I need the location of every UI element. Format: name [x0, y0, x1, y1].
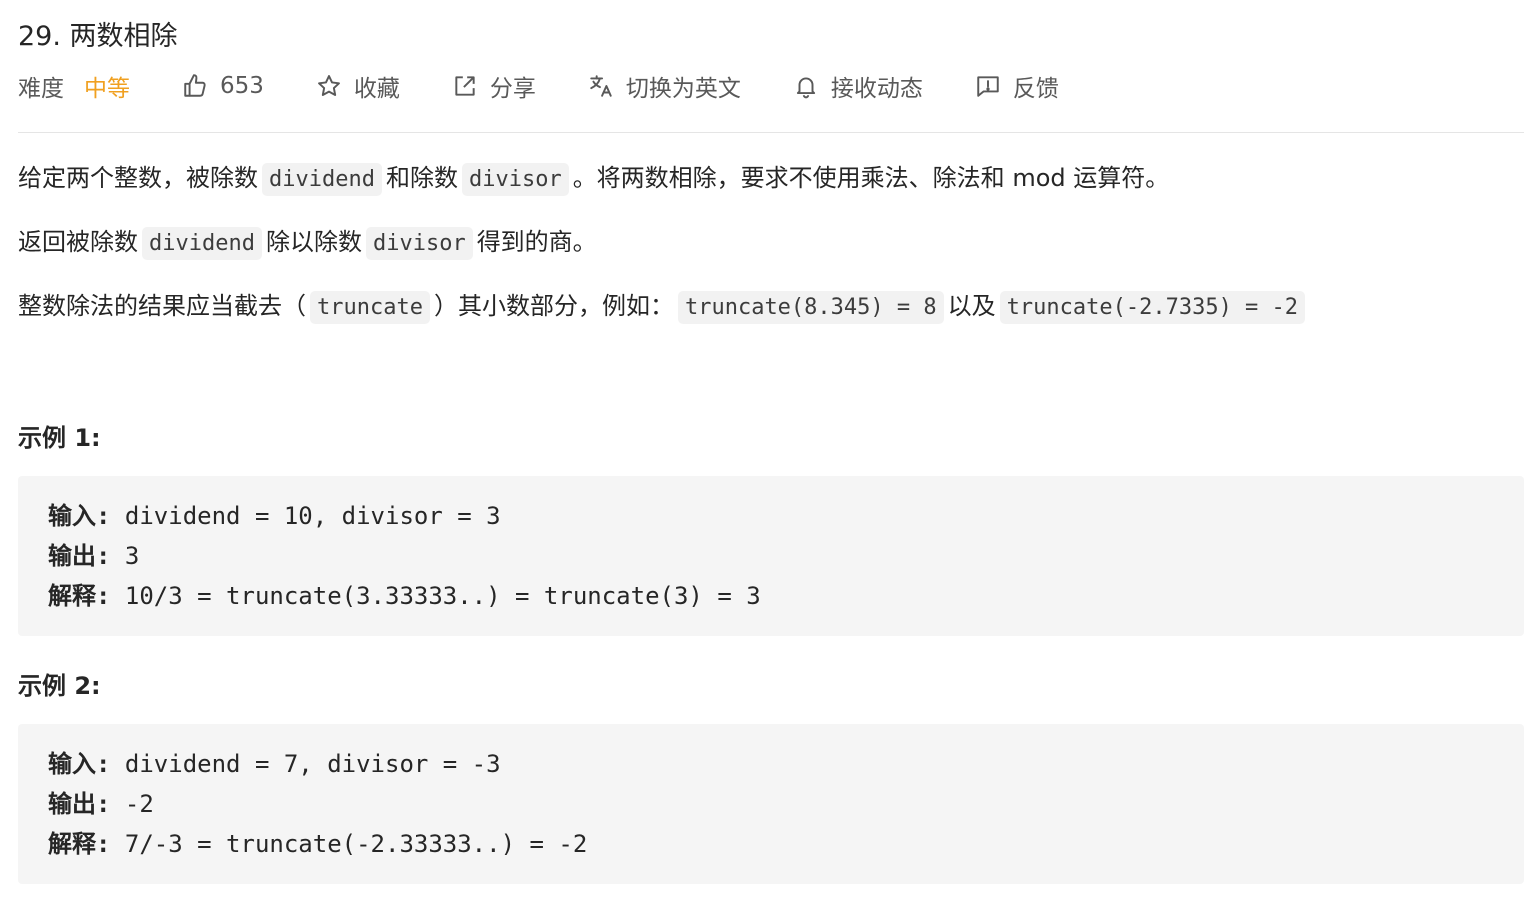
- input-value: dividend = 10, divisor = 3: [110, 502, 501, 530]
- code-truncate: truncate: [310, 291, 430, 324]
- divider: [18, 132, 1524, 133]
- example-line-output: 输出: -2: [48, 784, 1494, 824]
- text: 除以除数: [265, 228, 362, 256]
- text: 。将两数相除，要求不使用乘法、除法和 mod 运算符。: [572, 164, 1170, 192]
- code-divisor: divisor: [365, 227, 473, 260]
- code-dividend: dividend: [142, 227, 262, 260]
- explain-value: 7/-3 = truncate(-2.33333..) = -2: [110, 830, 588, 858]
- code-example-positive: truncate(8.345) = 8: [677, 291, 944, 324]
- code-example-negative: truncate(-2.7335) = -2: [999, 291, 1306, 324]
- output-value: -2: [110, 790, 154, 818]
- bell-icon: [793, 73, 819, 99]
- example-line-explain: 解释: 10/3 = truncate(3.33333..) = truncat…: [48, 576, 1494, 616]
- text: 得到的商。: [476, 228, 597, 256]
- notify-button[interactable]: 接收动态: [793, 69, 923, 103]
- notify-label: 接收动态: [830, 76, 923, 102]
- translate-button[interactable]: 切换为英文: [588, 69, 741, 103]
- explain-value: 10/3 = truncate(3.33333..) = truncate(3)…: [110, 582, 761, 610]
- like-button[interactable]: 653: [182, 73, 264, 99]
- text: 和除数: [385, 164, 458, 192]
- example-2-block: 输入: dividend = 7, divisor = -3 输出: -2 解释: …: [18, 724, 1524, 884]
- difficulty-badge: 中等: [84, 76, 130, 102]
- text: 以及: [947, 292, 996, 320]
- page-title: 29. 两数相除: [18, 21, 178, 52]
- description-paragraph-1: 给定两个整数，被除数 dividend 和除数 divisor 。将两数相除，要求不使用…: [18, 158, 1169, 200]
- input-label: 输入:: [48, 750, 111, 778]
- output-value: 3: [110, 542, 140, 570]
- input-value: dividend = 7, divisor = -3: [110, 750, 501, 778]
- description-paragraph-3: 整数除法的结果应当截去（ truncate ）其小数部分，例如： truncate(8…: [18, 286, 1309, 328]
- text: 返回被除数: [18, 228, 138, 256]
- code-dividend: dividend: [262, 163, 382, 196]
- text: ）其小数部分，例如：: [433, 292, 674, 320]
- translate-icon: [588, 73, 614, 99]
- difficulty-label: 难度: [18, 76, 64, 102]
- problem-meta-bar: 难度 中等 653 收藏 分享 切换为英文 接收动态 反馈: [18, 68, 1059, 104]
- input-label: 输入:: [48, 502, 111, 530]
- description-paragraph-2: 返回被除数 dividend 除以除数 divisor 得到的商。: [18, 222, 597, 264]
- feedback-label: 反馈: [1012, 76, 1059, 102]
- code-divisor: divisor: [461, 163, 569, 196]
- feedback-icon: [975, 73, 1001, 99]
- explain-label: 解释:: [48, 582, 111, 610]
- output-label: 输出:: [48, 542, 111, 570]
- output-label: 输出:: [48, 790, 111, 818]
- example-line-explain: 解释: 7/-3 = truncate(-2.33333..) = -2: [48, 824, 1494, 864]
- translate-label: 切换为英文: [625, 76, 741, 102]
- example-1-block: 输入: dividend = 10, divisor = 3 输出: 3 解释: 1…: [18, 476, 1524, 636]
- share-label: 分享: [489, 76, 536, 102]
- thumbs-up-icon: [182, 73, 208, 99]
- share-button[interactable]: 分享: [452, 69, 536, 103]
- example-1-title: 示例 1:: [18, 424, 101, 452]
- star-icon: [316, 73, 342, 99]
- example-line-input: 输入: dividend = 10, divisor = 3: [48, 496, 1494, 536]
- share-icon: [452, 73, 478, 99]
- feedback-button[interactable]: 反馈: [975, 69, 1059, 103]
- text: 整数除法的结果应当截去（: [18, 292, 306, 320]
- example-line-output: 输出: 3: [48, 536, 1494, 576]
- like-count: 653: [220, 73, 264, 99]
- example-line-input: 输入: dividend = 7, divisor = -3: [48, 744, 1494, 784]
- favorite-button[interactable]: 收藏: [316, 69, 400, 103]
- example-2-title: 示例 2:: [18, 672, 101, 700]
- explain-label: 解释:: [48, 830, 111, 858]
- favorite-label: 收藏: [353, 76, 400, 102]
- text: 给定两个整数，被除数: [18, 164, 258, 192]
